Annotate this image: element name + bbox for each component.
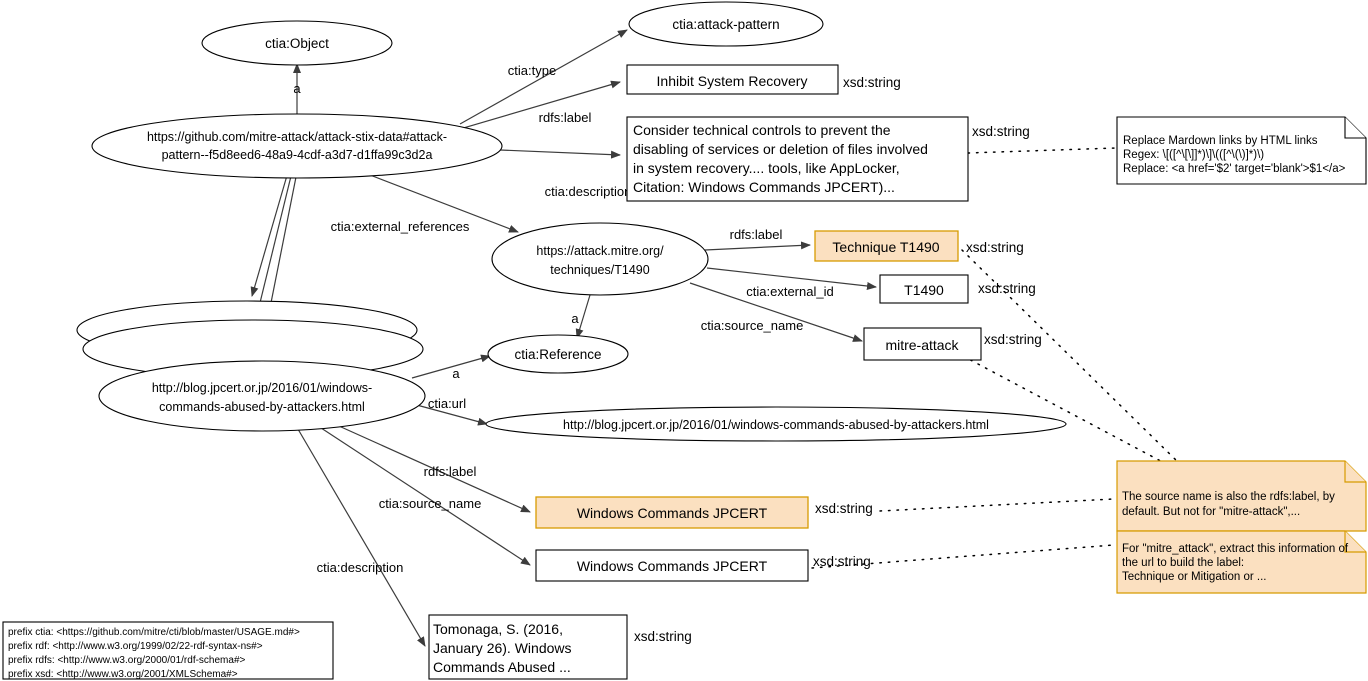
dotted-connector-label-note [879, 498, 1115, 512]
edge-label: ctia:description [545, 184, 632, 199]
note-line-1: the url to build the label: [1122, 557, 1244, 569]
literal-line-0: Consider technical controls to prevent t… [633, 122, 891, 138]
legend-line-1: prefix rdf: <http://www.w3.org/1999/02/2… [8, 641, 263, 652]
literal-wc-jpcert-label[interactable]: Windows Commands JPCERT [535, 496, 809, 529]
datatype-label: xsd:string [984, 332, 1042, 347]
literal-value: Technique T1490 [832, 239, 939, 255]
edge-label: ctia:external_id [746, 284, 833, 299]
node-label-line2: commands-abused-by-attackers.html [159, 400, 365, 414]
datatype-label: xsd:string [815, 501, 873, 516]
edge-label: rdfs:label [539, 110, 592, 125]
prefix-legend: prefix ctia: <https://github.com/mitre/c… [2, 621, 334, 680]
literal-value: Inhibit System Recovery [657, 73, 808, 89]
edge-label: a [571, 311, 579, 326]
literal-value: Windows Commands JPCERT [577, 558, 768, 574]
literal-line-0: Tomonaga, S. (2016, [433, 621, 563, 637]
edge-ctia-external-references: ctia:external_references [331, 174, 519, 234]
note-source-name[interactable]: The source name is also the rdfs:label, … [1116, 460, 1367, 532]
note-line-2: Replace: <a href='$2' target='blank'>$1<… [1123, 163, 1346, 175]
node-label: ctia:attack-pattern [672, 17, 779, 32]
datatype-label: xsd:string [813, 554, 871, 569]
node-label-line1: https://attack.mitre.org/ [536, 244, 664, 258]
edge-a-reference-mitre: a [571, 294, 591, 339]
edge-label: a [293, 81, 301, 96]
note-line-1: default. But not for "mitre-attack",... [1122, 506, 1300, 518]
literal-value: Windows Commands JPCERT [577, 505, 768, 521]
datatype-label: xsd:string [966, 240, 1024, 255]
edge-ctia-description-jpcert: ctia:description [294, 423, 426, 647]
literal-wc-jpcert-source[interactable]: Windows Commands JPCERT [535, 549, 809, 582]
literal-value: mitre-attack [885, 337, 959, 353]
edge-a-object: a [293, 63, 301, 120]
legend-line-3: prefix xsd: <http://www.w3.org/2001/XMLS… [8, 669, 238, 680]
literal-value: T1490 [904, 282, 944, 298]
dotted-connector-mitreattack-note [962, 355, 1171, 467]
node-jpcert-url-literal[interactable]: http://blog.jpcert.or.jp/2016/01/windows… [485, 406, 1067, 442]
edge-label: ctia:source_name [379, 496, 482, 511]
edge-ctia-description-attackpattern: ctia:description [499, 149, 632, 199]
edge-label: ctia:url [428, 396, 466, 411]
literal-inhibit-system-recovery[interactable]: Inhibit System Recovery [626, 64, 839, 95]
edge-rdfs-label-attackpattern: rdfs:label [459, 80, 621, 130]
edge-ctia-source-name-jpcert: ctia:source_name [314, 423, 531, 566]
note-line-0: The source name is also the rdfs:label, … [1122, 491, 1335, 503]
datatype-label: xsd:string [843, 75, 901, 90]
edge-a-reference-jpcert: a [411, 354, 491, 381]
node-ctia-attack-pattern[interactable]: ctia:attack-pattern [628, 1, 824, 47]
node-mitre-reference-iri[interactable]: https://attack.mitre.org/ techniques/T14… [491, 222, 709, 296]
node-label: ctia:Object [265, 36, 329, 51]
legend-line-2: prefix rdfs: <http://www.w3.org/2000/01/… [8, 655, 245, 666]
literal-description[interactable]: Consider technical controls to prevent t… [626, 116, 969, 202]
edge-label: rdfs:label [730, 227, 783, 242]
note-line-2: Technique or Mitigation or ... [1122, 571, 1266, 583]
note-line-0: For "mitre_attack", extract this informa… [1122, 543, 1349, 555]
literal-mitre-attack[interactable]: mitre-attack [863, 327, 982, 361]
literal-line-1: disabling of services or deletion of fil… [633, 141, 928, 157]
legend-line-0: prefix ctia: <https://github.com/mitre/c… [8, 627, 300, 638]
edge-label: a [452, 366, 460, 381]
note-line-0: Replace Mardown links by HTML links [1123, 135, 1318, 147]
note-markdown-links[interactable]: Replace Mardown links by HTML links Rege… [1116, 116, 1367, 185]
node-attack-pattern-iri[interactable]: https://github.com/mitre-attack/attack-s… [91, 113, 503, 179]
edge-label: ctia:type [508, 63, 556, 78]
node-label: http://blog.jpcert.or.jp/2016/01/windows… [563, 418, 989, 432]
literal-tomonaga-description[interactable]: Tomonaga, S. (2016, January 26). Windows… [428, 614, 628, 680]
literal-technique-t1490[interactable]: Technique T1490 [814, 230, 959, 262]
edge-label: ctia:external_references [331, 219, 470, 234]
datatype-label: xsd:string [978, 281, 1036, 296]
edge-label: rdfs:label [424, 464, 477, 479]
node-label-line2: pattern--f5d8eed6-48a9-4cdf-a3d7-d1ffa99… [162, 148, 433, 162]
literal-line-2: in system recovery.... tools, like AppLo… [633, 160, 900, 176]
edge-rdfs-label-mitreref: rdfs:label [704, 227, 811, 251]
literal-line-1: January 26). Windows [433, 640, 572, 656]
note-mitre-attack-label[interactable]: For "mitre_attack", extract this informa… [1116, 530, 1367, 594]
note-line-1: Regex: \[([^\[\]]*)\]\(([^\(\)]*)\) [1123, 149, 1264, 161]
node-ctia-object[interactable]: ctia:Object [201, 20, 393, 66]
datatype-label: xsd:string [972, 124, 1030, 139]
literal-line-3: Citation: Windows Commands JPCERT)... [633, 179, 895, 195]
edge-label: ctia:description [317, 560, 404, 575]
edge-label: ctia:source_name [701, 318, 804, 333]
node-jpcert-iri-stack[interactable]: http://blog.jpcert.or.jp/2016/01/windows… [76, 300, 426, 432]
datatype-label: xsd:string [634, 629, 692, 644]
node-label-line2: techniques/T1490 [550, 263, 649, 277]
node-ctia-reference[interactable]: ctia:Reference [487, 334, 629, 374]
literal-t1490[interactable]: T1490 [879, 274, 969, 304]
dotted-connector-description-note [967, 147, 1117, 154]
edge-ctia-external-id: ctia:external_id [706, 267, 877, 299]
node-label-line1: https://github.com/mitre-attack/attack-s… [147, 130, 447, 144]
node-label: ctia:Reference [514, 347, 601, 362]
literal-line-2: Commands Abused ... [433, 659, 571, 675]
node-label-line1: http://blog.jpcert.or.jp/2016/01/windows… [152, 381, 372, 395]
rdf-graph-diagram: a ctia:type rdfs:label ctia:description … [2, 1, 1367, 680]
